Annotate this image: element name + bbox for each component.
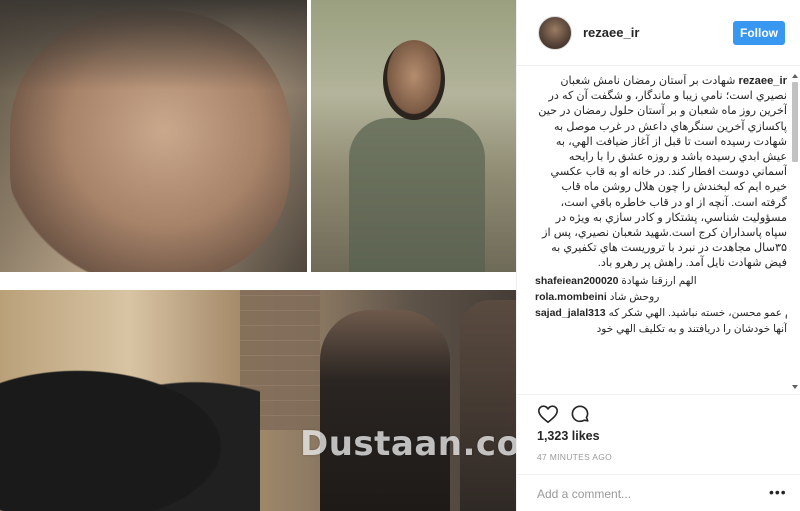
post-header: rezaee_ir Follow	[517, 0, 800, 66]
comment-bubble-icon[interactable]	[569, 403, 591, 425]
man-in-suit	[320, 310, 450, 511]
photo-family-visit	[0, 290, 516, 511]
comment-item: sajad_jalal313 سلام عمو محسن، خسته نباشي…	[535, 306, 787, 320]
portrait-hair	[0, 0, 307, 90]
post-panel: rezaee_ir Follow rezaee_ir شهادت بر آستا…	[516, 0, 800, 511]
username-link[interactable]: rezaee_ir	[583, 25, 639, 40]
add-comment-input[interactable]	[537, 484, 757, 504]
scroll-up-arrow-icon[interactable]	[792, 74, 798, 78]
soldier-head	[383, 40, 445, 120]
user-avatar-icon[interactable]	[538, 16, 572, 50]
post-caption: rezaee_ir شهادت بر آستان رمضان نامش شعبا…	[535, 74, 787, 272]
scroll-thumb[interactable]	[792, 82, 798, 162]
comment-text: آنها خودشان را دريافتند و به تكليف الهي …	[596, 322, 787, 335]
comments-scrollbar[interactable]	[791, 74, 799, 392]
photo-soldier-uniform	[311, 0, 516, 272]
comment-item: shafeiean200020 الهم ارزقنا شهادة	[535, 274, 787, 288]
watermark: Dustaan.com	[300, 424, 516, 464]
man-right-edge	[460, 300, 516, 511]
caption-text: شهادت بر آستان رمضان نامش شعبان نصيري اس…	[538, 75, 787, 270]
add-comment-bar: •••	[517, 474, 800, 511]
scroll-down-arrow-icon[interactable]	[792, 385, 798, 389]
more-options-icon[interactable]: •••	[769, 485, 787, 501]
comment-item: آنها خودشان را دريافتند و به تكليف الهي …	[535, 322, 787, 336]
post-timestamp: 47 MINUTES AGO	[537, 452, 613, 462]
comments-list[interactable]: rezaee_ir شهادت بر آستان رمضان نامش شعبا…	[535, 74, 787, 392]
comment-text: سلام عمو محسن، خسته نباشيد. الهي شكر كه	[608, 306, 787, 319]
photo-portrait-closeup	[0, 0, 307, 272]
action-bar	[517, 394, 800, 430]
soldier-uniform	[349, 118, 485, 272]
comment-username[interactable]: rola.mombeini	[535, 291, 607, 303]
comment-text: روحش شاد	[609, 290, 660, 303]
comment-item: rola.mombeini روحش شاد	[535, 290, 787, 304]
comment-text: الهم ارزقنا شهادة	[621, 274, 697, 287]
comment-username[interactable]: sajad_jalal313	[535, 307, 606, 319]
comment-username[interactable]: shafeiean200020	[535, 275, 618, 287]
heart-icon[interactable]	[537, 403, 559, 425]
follow-button[interactable]: Follow	[733, 21, 785, 45]
caption-username[interactable]: rezaee_ir	[738, 75, 787, 87]
likes-count[interactable]: 1,323 likes	[537, 429, 600, 443]
mourners-group	[0, 350, 260, 511]
post-image[interactable]: Dustaan.com	[0, 0, 516, 511]
